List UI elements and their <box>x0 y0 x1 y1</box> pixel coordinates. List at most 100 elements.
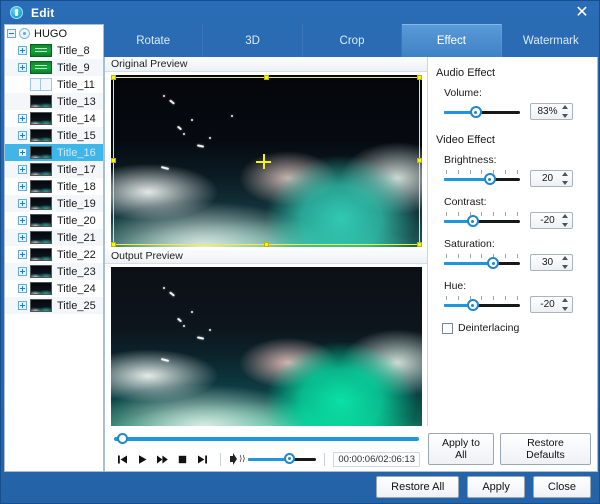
hue-spinner[interactable]: -20 <box>530 296 573 313</box>
tree-item-title_14[interactable]: Title_14 <box>5 110 103 127</box>
tree-item-title_13[interactable]: Title_13 <box>5 93 103 110</box>
window-title: Edit <box>31 5 55 20</box>
expander-icon[interactable] <box>18 233 27 242</box>
slider-thumb[interactable] <box>466 299 479 311</box>
expander-icon[interactable] <box>18 131 27 140</box>
spinner-arrows-icon[interactable] <box>562 298 569 311</box>
tree-item-title_25[interactable]: Title_25 <box>5 297 103 314</box>
spinner-arrows-icon[interactable] <box>562 172 569 185</box>
crop-handle-br[interactable] <box>417 242 422 247</box>
title-thumbnail <box>30 61 52 74</box>
brightness-spinner[interactable]: 20 <box>530 170 573 187</box>
crop-handle-tr[interactable] <box>417 75 422 80</box>
crop-handle-bl[interactable] <box>111 242 116 247</box>
tree-item-title_9[interactable]: Title_9 <box>5 59 103 76</box>
tab-watermark[interactable]: Watermark <box>502 24 600 57</box>
original-preview-label: Original Preview <box>105 57 427 72</box>
crop-handle-l[interactable] <box>111 158 116 163</box>
expander-icon[interactable] <box>18 148 27 157</box>
timecode-display: 00:00:06/02:06:13 <box>333 451 420 467</box>
seek-thumb[interactable] <box>117 433 128 444</box>
slider-thumb[interactable] <box>466 215 479 227</box>
expander-icon[interactable] <box>7 29 16 38</box>
slider-thumb[interactable] <box>487 257 500 269</box>
crop-handle-tl[interactable] <box>111 75 116 80</box>
app-circle-icon <box>10 6 23 19</box>
title-tree-panel[interactable]: HUGO Title_8 Title_9 Title_11 Title_13 Title_… <box>4 24 104 472</box>
expander-icon[interactable] <box>18 182 27 191</box>
expander-icon[interactable] <box>18 165 27 174</box>
slider-thumb[interactable] <box>483 173 496 185</box>
saturation-control-row: 30 <box>444 254 597 271</box>
transport-divider <box>220 452 222 466</box>
crop-handle-t[interactable] <box>263 75 269 80</box>
saturation-spinner[interactable]: 30 <box>530 254 573 271</box>
tree-item-title_17[interactable]: Title_17 <box>5 161 103 178</box>
volume-thumb[interactable] <box>284 453 296 464</box>
tree-item-title_20[interactable]: Title_20 <box>5 212 103 229</box>
expander-icon[interactable] <box>18 114 27 123</box>
original-preview-video[interactable] <box>111 75 422 247</box>
tree-item-title_22[interactable]: Title_22 <box>5 246 103 263</box>
tree-item-title_16[interactable]: Title_16 <box>5 144 103 161</box>
apply-button[interactable]: Apply <box>467 476 525 498</box>
title-thumbnail <box>30 180 52 193</box>
seek-track[interactable] <box>114 437 419 441</box>
stop-icon[interactable] <box>173 450 193 468</box>
expander-icon[interactable] <box>18 267 27 276</box>
close-button[interactable]: Close <box>532 476 591 498</box>
title-thumbnail <box>30 112 52 125</box>
close-icon[interactable]: ✕ <box>569 3 595 23</box>
expander-icon[interactable] <box>18 284 27 293</box>
tree-item-title_15[interactable]: Title_15 <box>5 127 103 144</box>
tree-item-title_8[interactable]: Title_8 <box>5 42 103 59</box>
slider-thumb[interactable] <box>469 106 482 118</box>
tab-effect[interactable]: Effect <box>402 24 502 57</box>
brightness-slider[interactable] <box>444 170 520 187</box>
tree-item-title_24[interactable]: Title_24 <box>5 280 103 297</box>
tree-item-title_23[interactable]: Title_23 <box>5 263 103 280</box>
volume-slider[interactable] <box>248 452 317 466</box>
tree-item-title_18[interactable]: Title_18 <box>5 178 103 195</box>
volume-spinner[interactable]: 83% <box>530 103 573 120</box>
hue-slider[interactable] <box>444 296 520 313</box>
speaker-icon[interactable]: ⟩⟩ <box>229 452 245 466</box>
expander-icon[interactable] <box>18 63 27 72</box>
play-icon[interactable] <box>133 450 153 468</box>
volume-slider[interactable] <box>444 103 520 120</box>
tree-item-label: Title_22 <box>57 248 96 261</box>
expander-icon[interactable] <box>18 301 27 310</box>
video-effect-group-title: Video Effect <box>436 134 495 146</box>
spinner-arrows-icon[interactable] <box>562 256 569 269</box>
restore-defaults-button[interactable]: Restore Defaults <box>499 433 591 465</box>
expander-icon[interactable] <box>18 250 27 259</box>
expander-icon[interactable] <box>18 199 27 208</box>
fast-forward-icon[interactable] <box>153 450 173 468</box>
tab-crop[interactable]: Crop <box>303 24 403 57</box>
apply-to-all-button[interactable]: Apply to All <box>428 433 494 465</box>
tab-bar: Rotate 3D Crop Effect Watermark <box>104 24 600 57</box>
crop-handle-r[interactable] <box>417 158 422 163</box>
output-preview-video <box>111 267 422 427</box>
crop-handle-b[interactable] <box>263 242 269 247</box>
skip-next-icon[interactable] <box>192 450 212 468</box>
deinterlacing-checkbox-box[interactable] <box>442 322 453 334</box>
output-preview-label: Output Preview <box>105 249 427 264</box>
saturation-slider[interactable] <box>444 254 520 271</box>
expander-icon[interactable] <box>18 216 27 225</box>
spinner-arrows-icon[interactable] <box>562 214 569 227</box>
deinterlacing-checkbox[interactable]: Deinterlacing <box>442 322 597 334</box>
skip-previous-icon[interactable] <box>113 450 133 468</box>
tree-item-title_21[interactable]: Title_21 <box>5 229 103 246</box>
tab-rotate[interactable]: Rotate <box>104 24 204 57</box>
contrast-spinner[interactable]: -20 <box>530 212 573 229</box>
seek-bar[interactable] <box>114 429 419 449</box>
tab-3d[interactable]: 3D <box>203 24 303 57</box>
tree-root-hugo[interactable]: HUGO <box>5 25 103 42</box>
spinner-arrows-icon[interactable] <box>562 105 569 118</box>
restore-all-button[interactable]: Restore All <box>376 476 460 498</box>
tree-item-title_19[interactable]: Title_19 <box>5 195 103 212</box>
tree-item-title_11[interactable]: Title_11 <box>5 76 103 93</box>
expander-icon[interactable] <box>18 46 27 55</box>
contrast-slider[interactable] <box>444 212 520 229</box>
